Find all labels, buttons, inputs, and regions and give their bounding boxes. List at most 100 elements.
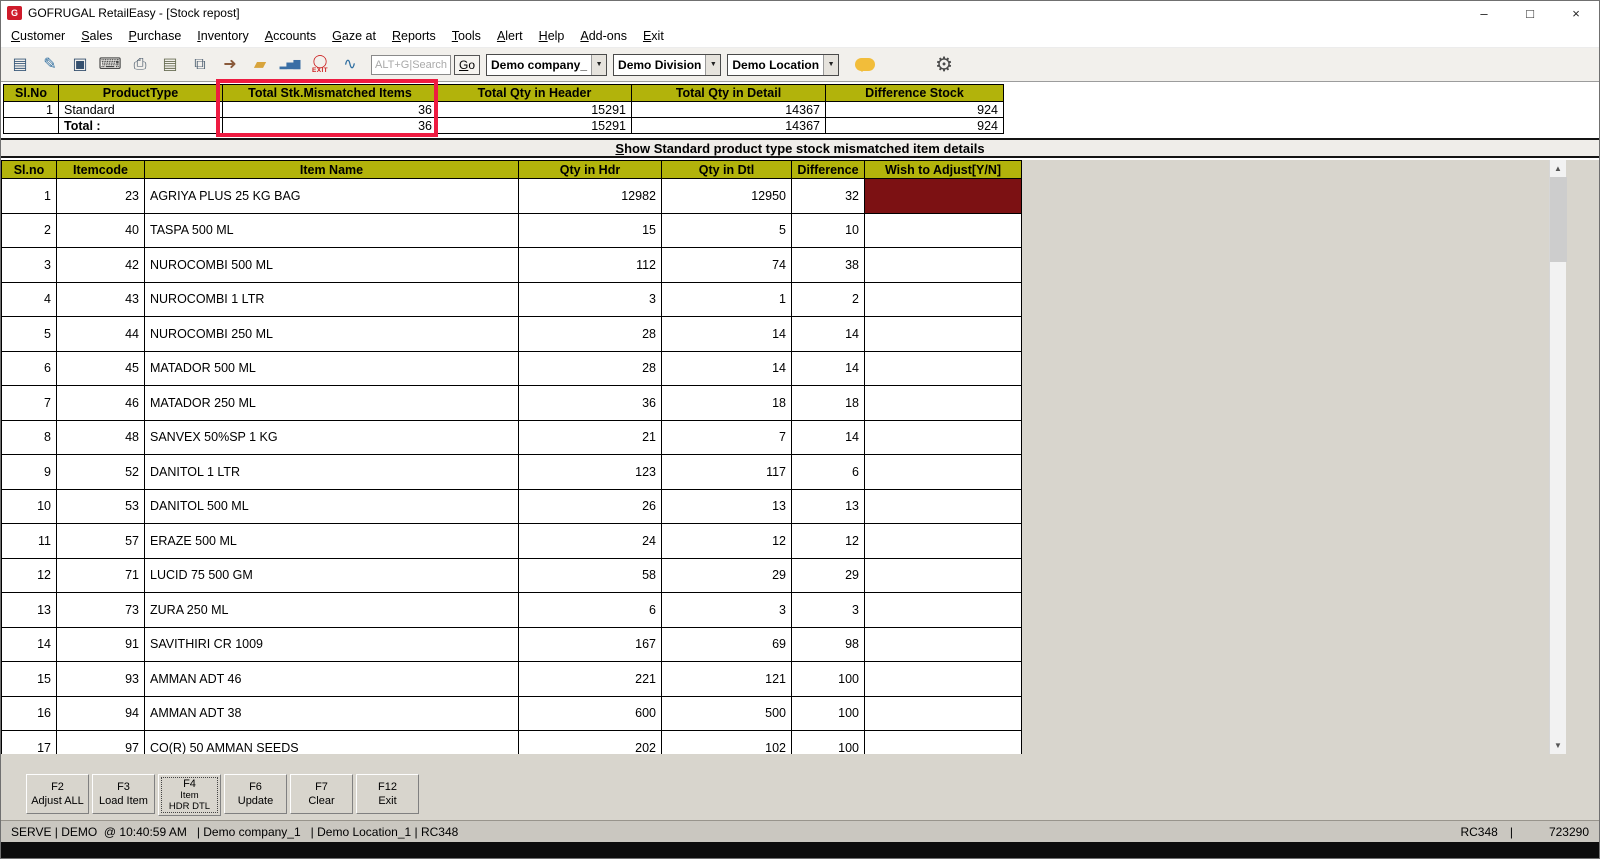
summary-total-difference: 924	[826, 118, 1004, 134]
wish-cell[interactable]	[865, 248, 1022, 283]
vertical-scrollbar[interactable]: ▲ ▼	[1549, 160, 1566, 754]
itemcode-cell: 44	[57, 317, 145, 352]
fkey-f12-button[interactable]: F12Exit	[356, 774, 419, 814]
gear-icon[interactable]: ⚙	[935, 52, 953, 77]
difference-cell: 32	[792, 179, 865, 214]
company-dropdown[interactable]: Demo company_ ▼	[486, 54, 607, 76]
function-keys: F2Adjust ALLF3Load ItemF4ItemHDR DTLF6Up…	[26, 774, 419, 816]
summary-header-qty-detail: Total Qty in Detail	[632, 85, 826, 102]
monitor-icon[interactable]: ▣	[65, 50, 95, 80]
wish-cell[interactable]	[865, 420, 1022, 455]
location-dropdown[interactable]: Demo Location ▼	[727, 54, 839, 76]
close-button[interactable]: ×	[1553, 1, 1599, 25]
wish-cell[interactable]	[865, 489, 1022, 524]
summary-header-qty-header: Total Qty in Header	[438, 85, 632, 102]
fkey-f7-button[interactable]: F7Clear	[290, 774, 353, 814]
qtydtl-cell: 29	[662, 558, 792, 593]
wish-cell[interactable]	[865, 282, 1022, 317]
status-left-text: SERVE | DEMO @ 10:40:59 AM | Demo compan…	[11, 825, 458, 839]
line-graph-icon[interactable]: ∿	[335, 50, 365, 80]
qtydtl-cell: 500	[662, 696, 792, 731]
menu-item-exit[interactable]: Exit	[635, 27, 672, 45]
wish-cell[interactable]	[865, 524, 1022, 559]
itemname-cell: ZURA 250 ML	[145, 593, 519, 628]
menu-item-inventory[interactable]: Inventory	[189, 27, 256, 45]
wish-cell[interactable]	[865, 386, 1022, 421]
qtydtl-cell: 69	[662, 627, 792, 662]
division-dropdown[interactable]: Demo Division ▼	[613, 54, 721, 76]
fkey-f2-button[interactable]: F2Adjust ALL	[26, 774, 89, 814]
minimize-button[interactable]: –	[1461, 1, 1507, 25]
chevron-down-icon[interactable]: ▼	[823, 55, 838, 75]
menu-item-purchase[interactable]: Purchase	[120, 27, 189, 45]
summary-row: 1 Standard 36 15291 14367 924	[4, 102, 1004, 118]
summary-total-row: Total : 36 15291 14367 924	[4, 118, 1004, 134]
qtydtl-cell: 5	[662, 213, 792, 248]
difference-cell: 100	[792, 696, 865, 731]
itemcode-cell: 42	[57, 248, 145, 283]
wish-cell[interactable]	[865, 627, 1022, 662]
wish-cell[interactable]	[865, 731, 1022, 755]
wish-cell[interactable]	[865, 558, 1022, 593]
chevron-down-icon[interactable]: ▼	[705, 55, 720, 75]
power-exit-icon[interactable]: ◯EXIT	[305, 50, 335, 80]
maximize-button[interactable]: □	[1507, 1, 1553, 25]
qtyhdr-cell: 58	[519, 558, 662, 593]
itemcode-cell: 43	[57, 282, 145, 317]
item-row: 1271LUCID 75 500 GM582929	[2, 558, 1022, 593]
search-input[interactable]	[371, 55, 451, 75]
item-row: 1694AMMAN ADT 38600500100	[2, 696, 1022, 731]
keyboard-icon[interactable]: ⌨	[95, 50, 125, 80]
item-row: 1797CO(R) 50 AMMAN SEEDS202102100	[2, 731, 1022, 755]
wish-cell[interactable]	[865, 455, 1022, 490]
qtydtl-cell: 102	[662, 731, 792, 755]
qtydtl-cell: 3	[662, 593, 792, 628]
fkey-f4-button[interactable]: F4ItemHDR DTL	[158, 774, 221, 816]
summary-mismatched-cell: 36	[223, 102, 438, 118]
difference-cell: 14	[792, 317, 865, 352]
wish-cell[interactable]	[865, 213, 1022, 248]
menu-item-customer[interactable]: Customer	[3, 27, 73, 45]
scroll-down-icon[interactable]: ▼	[1550, 737, 1566, 754]
register-icon[interactable]: ▤	[5, 50, 35, 80]
save-edit-icon[interactable]: ✎	[35, 50, 65, 80]
scroll-up-icon[interactable]: ▲	[1550, 160, 1566, 177]
qtydtl-cell: 12950	[662, 179, 792, 214]
company-dropdown-value: Demo company_	[487, 58, 591, 72]
fkey-f6-button[interactable]: F6Update	[224, 774, 287, 814]
go-button[interactable]: Go	[454, 55, 480, 75]
toolbar: ▤✎▣⌨⎙▤⧉➜▰▂▅▇◯EXIT∿ Go Demo company_ ▼ De…	[1, 48, 1599, 82]
slno-cell: 5	[2, 317, 57, 352]
qtyhdr-cell: 600	[519, 696, 662, 731]
wish-cell[interactable]	[865, 696, 1022, 731]
menu-item-accounts[interactable]: Accounts	[257, 27, 324, 45]
menu-item-help[interactable]: Help	[531, 27, 573, 45]
menu-item-tools[interactable]: Tools	[444, 27, 489, 45]
chevron-down-icon[interactable]: ▼	[591, 55, 606, 75]
items-table: Sl.no Itemcode Item Name Qty in Hdr Qty …	[1, 160, 1022, 754]
wish-cell[interactable]	[865, 179, 1022, 214]
chat-bubbles-icon[interactable]	[855, 58, 875, 71]
wish-cell[interactable]	[865, 593, 1022, 628]
qtydtl-cell: 14	[662, 317, 792, 352]
wish-cell[interactable]	[865, 351, 1022, 386]
wish-cell[interactable]	[865, 662, 1022, 697]
fkey-f3-button[interactable]: F3Load Item	[92, 774, 155, 814]
menu-item-gaze-at[interactable]: Gaze at	[324, 27, 384, 45]
printer-icon[interactable]: ⎙	[125, 50, 155, 80]
menu-item-add-ons[interactable]: Add-ons	[572, 27, 635, 45]
scrollbar-thumb[interactable]	[1550, 177, 1567, 262]
document-icon[interactable]: ▤	[155, 50, 185, 80]
folder-icon[interactable]: ▰	[245, 50, 275, 80]
qtydtl-cell: 117	[662, 455, 792, 490]
qtydtl-cell: 14	[662, 351, 792, 386]
copy-icon[interactable]: ⧉	[185, 50, 215, 80]
wish-cell[interactable]	[865, 317, 1022, 352]
menu-item-reports[interactable]: Reports	[384, 27, 444, 45]
menu-item-alert[interactable]: Alert	[489, 27, 531, 45]
menu-item-sales[interactable]: Sales	[73, 27, 120, 45]
qtyhdr-cell: 221	[519, 662, 662, 697]
itemname-cell: SAVITHIRI CR 1009	[145, 627, 519, 662]
bar-chart-icon[interactable]: ▂▅▇	[275, 50, 305, 80]
user-exit-icon[interactable]: ➜	[215, 50, 245, 80]
